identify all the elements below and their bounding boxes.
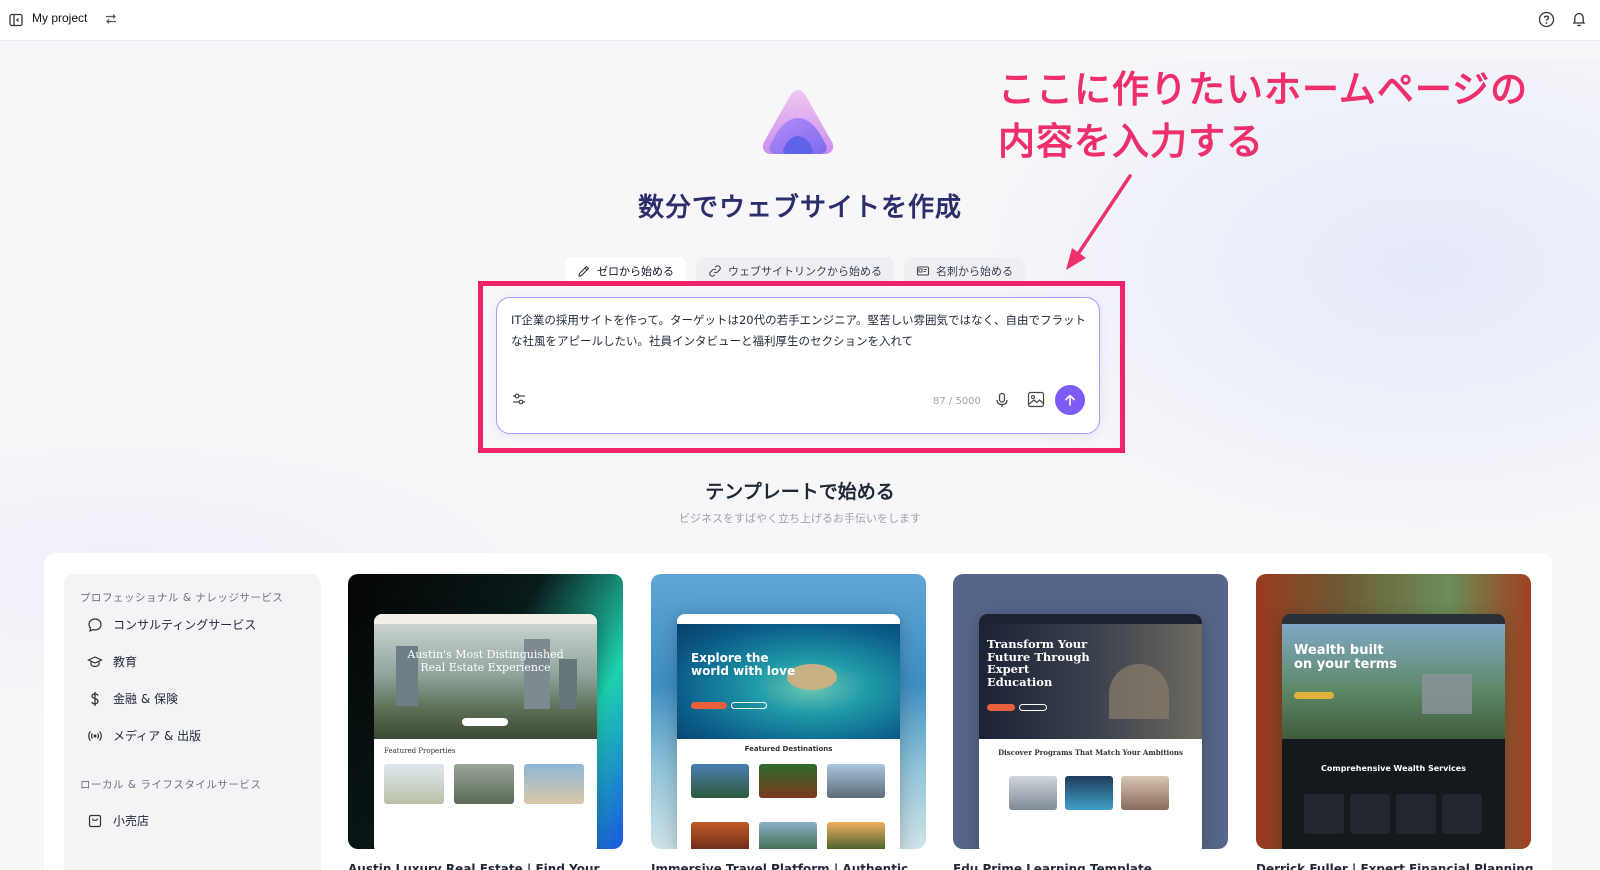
preview-thumbnail: [1009, 776, 1057, 810]
category-label: メディア & 出版: [113, 729, 202, 743]
preview-section-title: Featured Properties: [384, 747, 456, 755]
tab-label: ゼロから始める: [597, 265, 674, 278]
character-count: 87 / 5000: [933, 396, 981, 407]
preview-button: [1019, 704, 1047, 711]
id-card-icon: [916, 266, 930, 276]
preview-thumbnail: [691, 764, 749, 798]
template-preview: Transform Your Future Through Expert Edu…: [979, 614, 1202, 849]
preview-thumbnail: [524, 764, 584, 804]
template-card-title[interactable]: Austin Luxury Real Estate | Find Your: [348, 862, 599, 870]
dollar-icon: [91, 691, 99, 706]
preview-service-box: [1304, 794, 1344, 834]
preview-service-box: [1350, 794, 1390, 834]
category-media-publishing[interactable]: メディア & 出版: [87, 727, 201, 744]
preview-section-title: Comprehensive Wealth Services: [1321, 764, 1466, 773]
prompt-input-card: IT企業の採用サイトを作って。ターゲットは20代の若手エンジニア。堅苦しい雰囲気…: [496, 297, 1100, 434]
category-education[interactable]: 教育: [87, 653, 137, 670]
preview-button: [731, 702, 767, 709]
help-icon[interactable]: [1538, 11, 1555, 28]
arrow-up-icon: [1065, 394, 1075, 406]
preview-hero: Wealth built on your terms: [1282, 624, 1505, 739]
template-card[interactable]: Explore the world with love Featured Des…: [651, 574, 926, 849]
template-card[interactable]: Austin's Most Distinguished Real Estate …: [348, 574, 623, 849]
template-preview: Explore the world with love Featured Des…: [677, 614, 900, 849]
brand-logo: [762, 90, 834, 154]
sidebar-toggle-icon[interactable]: [8, 12, 24, 28]
category-label: 教育: [113, 655, 138, 669]
notification-bell-icon[interactable]: [1571, 11, 1587, 28]
template-card[interactable]: Wealth built on your terms Comprehensive…: [1256, 574, 1531, 849]
templates-title: テンプレートで始める: [705, 481, 895, 503]
template-preview: Austin's Most Distinguished Real Estate …: [374, 614, 597, 849]
graduation-cap-icon: [87, 655, 103, 667]
category-group-heading: ローカル & ライフスタイルサービス: [80, 779, 262, 791]
category-consulting[interactable]: コンサルティングサービス: [87, 616, 256, 633]
preview-service-box: [1442, 794, 1482, 834]
preview-button: [1294, 692, 1334, 699]
microphone-icon[interactable]: [994, 392, 1010, 408]
category-finance-insurance[interactable]: 金融 & 保険: [87, 690, 178, 707]
send-button[interactable]: [1055, 385, 1085, 415]
project-name[interactable]: My project: [32, 11, 87, 25]
templates-subtitle: ビジネスをすばやく立ち上げるお手伝いをします: [679, 512, 921, 525]
tab-label: ウェブサイトリンクから始める: [728, 265, 882, 278]
template-card-title[interactable]: Immersive Travel Platform | Authentic: [651, 862, 908, 870]
category-group-heading: プロフェッショナル & ナレッジサービス: [80, 592, 284, 604]
preview-thumbnail: [759, 822, 817, 849]
preview-nav: [374, 614, 597, 624]
city-shape: [1422, 674, 1472, 714]
people-shape: [1109, 664, 1169, 719]
annotation-line-1: ここに作りたいホームページの: [998, 68, 1529, 111]
category-label: 小売店: [113, 814, 150, 828]
preview-thumbnail: [759, 764, 817, 798]
preview-hero-text: Transform Your Future Through Expert Edu…: [987, 637, 1090, 689]
category-label: コンサルティングサービス: [113, 618, 257, 632]
preview-hero: Austin's Most Distinguished Real Estate …: [374, 624, 597, 739]
preview-hero-text: Explore the world with love: [691, 651, 796, 678]
template-card-title[interactable]: Derrick Fuller | Expert Financial Planni…: [1256, 862, 1533, 870]
top-bar: My project: [0, 0, 1600, 41]
category-label: 金融 & 保険: [113, 692, 178, 706]
template-card[interactable]: Transform Your Future Through Expert Edu…: [953, 574, 1228, 849]
preview-hero-text: Wealth built on your terms: [1294, 643, 1398, 672]
link-icon: [709, 265, 721, 277]
annotation-arrow-icon: [1066, 174, 1132, 270]
preview-nav: [979, 614, 1202, 624]
shopping-bag-icon: [88, 814, 102, 827]
hero-title: 数分でウェブサイトを作成: [637, 193, 962, 223]
preview-service-box: [1396, 794, 1436, 834]
preview-nav: [1282, 614, 1505, 624]
preview-thumbnail: [827, 764, 885, 798]
switch-project-icon[interactable]: [104, 12, 118, 26]
annotation-line-2: 内容を入力する: [998, 120, 1264, 163]
preview-thumbnail: [1065, 776, 1113, 810]
preview-thumbnail: [1121, 776, 1169, 810]
preview-section-title: Featured Destinations: [744, 745, 833, 753]
prompt-textarea[interactable]: IT企業の採用サイトを作って。ターゲットは20代の若手エンジニア。堅苦しい雰囲気…: [511, 310, 1086, 351]
category-retail[interactable]: 小売店: [87, 812, 149, 829]
preview-hero: Transform Your Future Through Expert Edu…: [979, 624, 1202, 739]
settings-sliders-icon[interactable]: [511, 391, 527, 407]
template-card-title[interactable]: Edu Prime Learning Template: [953, 862, 1152, 870]
preview-hero-text: Austin's Most Distinguished Real Estate …: [407, 648, 564, 674]
preview-thumbnail: [691, 822, 749, 849]
annotation-text: ここに作りたいホームページの 内容を入力する: [998, 64, 1598, 168]
chat-bubble-icon: [88, 617, 102, 632]
preview-hero: Explore the world with love: [677, 624, 900, 739]
template-preview: Wealth built on your terms Comprehensive…: [1282, 614, 1505, 849]
broadcast-icon: [88, 730, 102, 741]
preview-section-title: Discover Programs That Match Your Ambiti…: [998, 748, 1183, 757]
preview-button: [987, 704, 1015, 711]
pencil-icon: [578, 265, 590, 277]
preview-thumbnail: [454, 764, 514, 804]
preview-thumbnail: [384, 764, 444, 804]
image-upload-icon[interactable]: [1027, 391, 1045, 408]
preview-button: [462, 718, 508, 726]
tab-label: 名刺から始める: [936, 265, 1013, 278]
preview-nav: [677, 614, 900, 624]
preview-button: [691, 702, 727, 709]
preview-thumbnail: [827, 822, 885, 849]
category-sidebar: プロフェッショナル & ナレッジサービス コンサルティングサービス 教育 金融 …: [64, 574, 321, 870]
